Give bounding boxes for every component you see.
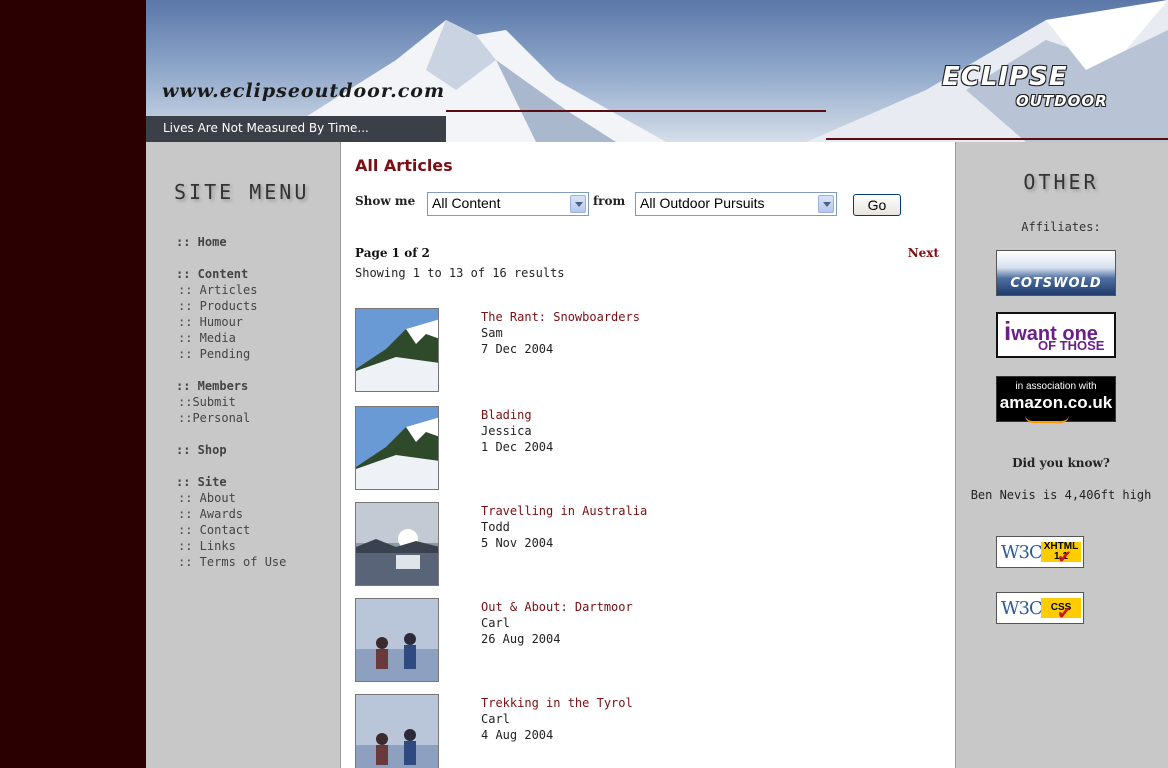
banner-divider-2 bbox=[826, 138, 1168, 140]
site-logo[interactable]: ECLIPSE bbox=[942, 62, 1068, 92]
menu-awards[interactable]: :: Awards bbox=[176, 506, 286, 522]
results-count: Showing 1 to 13 of 16 results bbox=[355, 266, 565, 280]
list-item: Travelling in Australia Todd 5 Nov 2004 bbox=[355, 502, 935, 592]
banner-divider bbox=[446, 110, 826, 112]
menu-articles[interactable]: :: Articles bbox=[176, 282, 286, 298]
site-menu-title: SITE MENU bbox=[174, 180, 310, 204]
article-thumbnail[interactable] bbox=[355, 406, 439, 490]
article-thumbnail[interactable] bbox=[355, 308, 439, 392]
iwant-line2: OF THOSE bbox=[1038, 338, 1105, 353]
amazon-line1: in association with bbox=[1015, 381, 1097, 392]
article-title-link[interactable]: Out & About: Dartmoor bbox=[481, 600, 633, 614]
menu-personal[interactable]: ::Personal bbox=[176, 410, 286, 426]
menu-about[interactable]: :: About bbox=[176, 490, 286, 506]
other-panel: OTHER Affiliates: COTSWOLD iwant one OF … bbox=[954, 142, 1168, 768]
article-date: 26 Aug 2004 bbox=[481, 632, 561, 646]
iwantoneofthose-badge[interactable]: iwant one OF THOSE bbox=[996, 312, 1116, 358]
did-you-know-heading: Did you know? bbox=[1012, 456, 1110, 470]
pursuit-value: All Outdoor Pursuits bbox=[640, 195, 765, 211]
content-type-value: All Content bbox=[432, 195, 501, 211]
article-thumbnail[interactable] bbox=[355, 502, 439, 586]
did-you-know-fact: Ben Nevis is 4,406ft high bbox=[970, 488, 1152, 502]
from-label: from bbox=[593, 194, 626, 208]
pursuit-select[interactable]: All Outdoor Pursuits bbox=[635, 192, 837, 216]
menu-members[interactable]: :: Members bbox=[176, 378, 286, 394]
list-item: Trekking in the Tyrol Carl 4 Aug 2004 bbox=[355, 694, 935, 768]
cotswold-badge[interactable]: COTSWOLD bbox=[996, 250, 1116, 296]
w3c-logo: W3C bbox=[1001, 598, 1043, 619]
list-item: Blading Jessica 1 Dec 2004 bbox=[355, 406, 935, 496]
menu-content[interactable]: :: Content bbox=[176, 266, 286, 282]
menu-contact[interactable]: :: Contact bbox=[176, 522, 286, 538]
amazon-badge[interactable]: in association with amazon.co.uk bbox=[996, 376, 1116, 423]
snow-mountain-icon bbox=[356, 309, 438, 391]
checkmark-icon: ✔ bbox=[1057, 603, 1073, 624]
menu-home[interactable]: :: Home bbox=[176, 234, 286, 250]
chevron-down-icon[interactable] bbox=[570, 195, 586, 213]
snow-mountain-icon bbox=[356, 407, 438, 489]
w3c-logo: W3C bbox=[1001, 542, 1043, 563]
article-author: Todd bbox=[481, 520, 510, 534]
menu-shop[interactable]: :: Shop bbox=[176, 442, 286, 458]
article-thumbnail[interactable] bbox=[355, 694, 439, 768]
article-author: Carl bbox=[481, 712, 510, 726]
article-date: 1 Dec 2004 bbox=[481, 440, 554, 454]
page-title: All Articles bbox=[355, 156, 453, 175]
page-info: Page 1 of 2 bbox=[355, 246, 430, 260]
menu-pending[interactable]: :: Pending bbox=[176, 346, 286, 362]
menu-media[interactable]: :: Media bbox=[176, 330, 286, 346]
article-author: Carl bbox=[481, 616, 510, 630]
list-item: Out & About: Dartmoor Carl 26 Aug 2004 bbox=[355, 598, 935, 688]
article-title-link[interactable]: Blading bbox=[481, 408, 532, 422]
show-me-label: Show me bbox=[355, 194, 416, 208]
menu-spacer bbox=[176, 362, 286, 378]
article-date: 4 Aug 2004 bbox=[481, 728, 554, 742]
page: www.eclipseoutdoor.com Lives Are Not Mea… bbox=[146, 0, 1168, 768]
article-date: 5 Nov 2004 bbox=[481, 536, 554, 550]
list-item: The Rant: Snowboarders Sam 7 Dec 2004 bbox=[355, 308, 935, 398]
checkmark-icon: ✔ bbox=[1057, 547, 1073, 568]
site-menu-list: :: Home :: Content :: Articles :: Produc… bbox=[176, 234, 286, 570]
article-title-link[interactable]: Trekking in the Tyrol bbox=[481, 696, 633, 710]
lake-sunset-icon bbox=[356, 503, 438, 585]
amazon-line2: amazon.co.uk bbox=[999, 393, 1113, 412]
affiliates-label: Affiliates: bbox=[1021, 220, 1101, 234]
article-thumbnail[interactable] bbox=[355, 598, 439, 682]
next-page-link[interactable]: Next bbox=[908, 246, 939, 260]
menu-links[interactable]: :: Links bbox=[176, 538, 286, 554]
go-button[interactable]: Go bbox=[853, 194, 901, 216]
menu-submit[interactable]: ::Submit bbox=[176, 394, 286, 410]
site-url: www.eclipseoutdoor.com bbox=[162, 80, 446, 102]
cotswold-text: COTSWOLD bbox=[1010, 276, 1102, 291]
content-type-select[interactable]: All Content bbox=[427, 192, 589, 216]
article-date: 7 Dec 2004 bbox=[481, 342, 554, 356]
header-banner: www.eclipseoutdoor.com Lives Are Not Mea… bbox=[146, 0, 1168, 142]
hikers-icon bbox=[356, 695, 438, 768]
site-logo-sub[interactable]: OUTDOOR bbox=[1016, 92, 1108, 110]
w3c-css-badge[interactable]: W3C CSS ✔ bbox=[996, 592, 1084, 624]
menu-spacer bbox=[176, 426, 286, 442]
amazon-smile-icon bbox=[1025, 415, 1069, 423]
menu-spacer bbox=[176, 250, 286, 266]
site-menu: SITE MENU :: Home :: Content :: Articles… bbox=[146, 142, 340, 768]
menu-humour[interactable]: :: Humour bbox=[176, 314, 286, 330]
menu-spacer bbox=[176, 458, 286, 474]
article-title-link[interactable]: The Rant: Snowboarders bbox=[481, 310, 640, 324]
article-title-link[interactable]: Travelling in Australia bbox=[481, 504, 647, 518]
main-content: All Articles Show me All Content from Al… bbox=[340, 142, 956, 768]
other-title: OTHER bbox=[1023, 170, 1099, 194]
article-author: Jessica bbox=[481, 424, 532, 438]
menu-site[interactable]: :: Site bbox=[176, 474, 286, 490]
w3c-xhtml-badge[interactable]: W3C XHTML 1.1 ✔ bbox=[996, 536, 1084, 568]
menu-products[interactable]: :: Products bbox=[176, 298, 286, 314]
chevron-down-icon[interactable] bbox=[818, 195, 834, 213]
hikers-icon bbox=[356, 599, 438, 681]
tagline: Lives Are Not Measured By Time... bbox=[163, 121, 369, 135]
article-author: Sam bbox=[481, 326, 503, 340]
menu-terms[interactable]: :: Terms of Use bbox=[176, 554, 286, 570]
